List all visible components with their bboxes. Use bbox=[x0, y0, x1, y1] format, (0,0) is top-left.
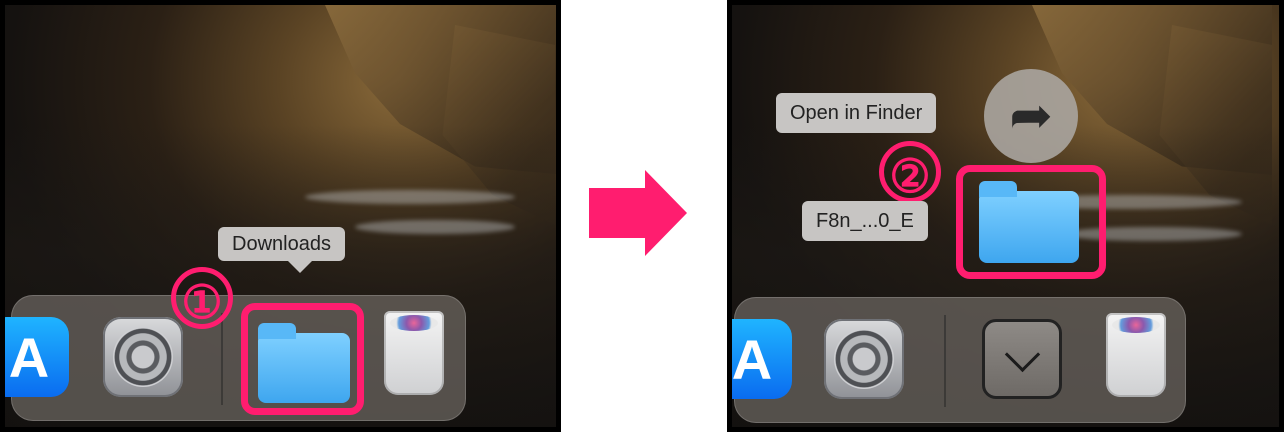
step-2-badge: ② bbox=[879, 141, 941, 203]
next-step-arrow bbox=[589, 170, 687, 256]
wave-foam bbox=[355, 220, 515, 234]
dock: A bbox=[5, 295, 466, 421]
folder-highlight-box bbox=[956, 165, 1106, 279]
wave-foam bbox=[305, 190, 515, 204]
chevron-down-icon bbox=[1004, 336, 1040, 372]
system-settings-icon[interactable] bbox=[103, 317, 183, 397]
open-in-finder-button[interactable]: ➦ bbox=[984, 69, 1078, 163]
desktop-panel-after: Open in Finder ➦ ② F8n_...0_E A bbox=[727, 0, 1284, 432]
share-arrow-icon: ➦ bbox=[1009, 87, 1053, 145]
dock: A bbox=[732, 297, 1186, 423]
system-settings-icon[interactable] bbox=[824, 319, 904, 399]
downloads-highlight-box bbox=[241, 303, 364, 415]
file-name-label: F8n_...0_E bbox=[802, 201, 928, 241]
gear-icon bbox=[113, 327, 173, 387]
app-store-icon[interactable]: A bbox=[732, 319, 792, 399]
gear-icon bbox=[834, 329, 894, 389]
open-in-finder-label[interactable]: Open in Finder bbox=[776, 93, 937, 133]
stack-collapse-button[interactable] bbox=[982, 319, 1062, 399]
trash-icon[interactable] bbox=[384, 311, 444, 395]
downloads-tooltip: Downloads bbox=[218, 227, 345, 273]
app-store-icon[interactable]: A bbox=[5, 317, 69, 397]
desktop-panel-before: Downloads A ① bbox=[0, 0, 561, 432]
trash-icon[interactable] bbox=[1106, 313, 1166, 397]
step-1-badge: ① bbox=[171, 267, 233, 329]
dock-separator bbox=[944, 315, 946, 407]
